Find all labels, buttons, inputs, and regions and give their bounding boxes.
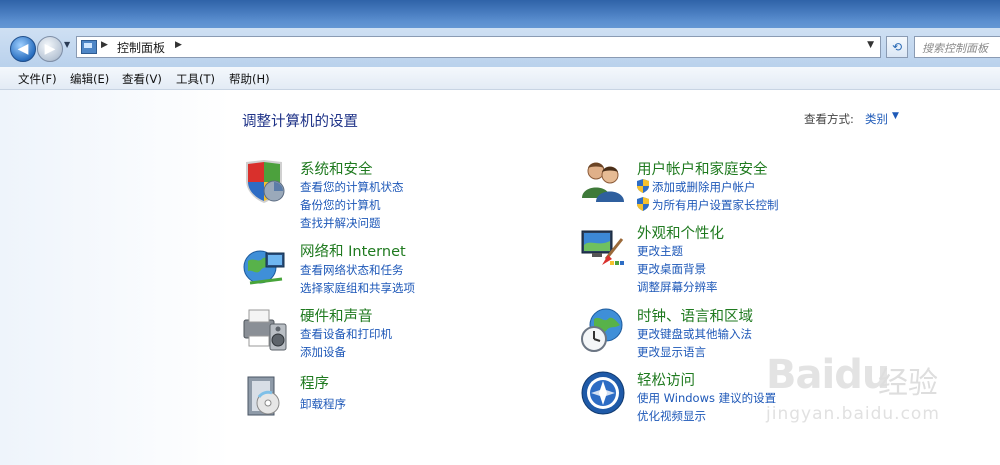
address-dropdown-icon[interactable]: ▼ bbox=[867, 40, 874, 50]
link-troubleshoot[interactable]: 查找并解决问题 bbox=[300, 215, 381, 231]
menu-bar: 文件(F) 编辑(E) 查看(V) 工具(T) 帮助(H) bbox=[0, 67, 1000, 90]
control-panel-icon bbox=[81, 40, 97, 54]
breadcrumb-chevron-icon[interactable]: ▶ bbox=[101, 40, 108, 50]
category-network-internet[interactable]: 网络和 Internet bbox=[300, 240, 406, 261]
link-screen-resolution[interactable]: 调整屏幕分辨率 bbox=[637, 279, 718, 295]
menu-edit[interactable]: 编辑(E) bbox=[70, 71, 109, 87]
link-parental-controls[interactable]: 为所有用户设置家长控制 bbox=[652, 197, 779, 213]
watermark-logo: Baidu bbox=[766, 352, 890, 398]
category-appearance[interactable]: 外观和个性化 bbox=[637, 222, 724, 243]
monitor-brush-icon[interactable] bbox=[580, 225, 626, 271]
category-clock-language-region[interactable]: 时钟、语言和区域 bbox=[637, 305, 753, 326]
link-desktop-background[interactable]: 更改桌面背景 bbox=[637, 261, 706, 277]
link-backup-computer[interactable]: 备份您的计算机 bbox=[300, 197, 381, 213]
users-icon[interactable] bbox=[580, 158, 626, 204]
printer-speaker-icon[interactable] bbox=[242, 306, 288, 352]
network-globe-icon[interactable] bbox=[242, 243, 288, 289]
programs-box-icon[interactable] bbox=[242, 373, 288, 419]
link-add-device[interactable]: 添加设备 bbox=[300, 344, 346, 360]
link-change-theme[interactable]: 更改主题 bbox=[637, 243, 683, 259]
breadcrumb-chevron-icon[interactable]: ▶ bbox=[175, 40, 182, 50]
refresh-icon[interactable]: ⟲ bbox=[886, 36, 908, 58]
uac-shield-icon bbox=[637, 179, 649, 193]
history-dropdown-icon[interactable]: ▼ bbox=[64, 40, 70, 49]
category-user-accounts[interactable]: 用户帐户和家庭安全 bbox=[637, 158, 768, 179]
link-change-keyboard[interactable]: 更改键盘或其他输入法 bbox=[637, 326, 752, 342]
view-by-label: 查看方式: bbox=[804, 112, 854, 126]
address-path-box[interactable]: ▶ 控制面板 ▶ ▼ bbox=[76, 36, 881, 58]
forward-arrow-icon[interactable]: ▶ bbox=[37, 36, 63, 62]
address-bar: ◀ ▶ ▼ ▶ 控制面板 ▶ ▼ ⟲ 搜索控制面板 bbox=[0, 28, 1000, 68]
link-optimize-video-display[interactable]: 优化视频显示 bbox=[637, 408, 706, 424]
ease-of-access-icon[interactable] bbox=[580, 370, 626, 416]
menu-view[interactable]: 查看(V) bbox=[122, 71, 162, 87]
breadcrumb-control-panel[interactable]: 控制面板 bbox=[117, 39, 165, 56]
watermark-url: jingyan.baidu.com bbox=[766, 404, 940, 424]
link-display-language[interactable]: 更改显示语言 bbox=[637, 344, 706, 360]
link-view-computer-status[interactable]: 查看您的计算机状态 bbox=[300, 179, 404, 195]
link-network-status[interactable]: 查看网络状态和任务 bbox=[300, 262, 404, 278]
category-ease-of-access[interactable]: 轻松访问 bbox=[637, 369, 695, 390]
category-system-security[interactable]: 系统和安全 bbox=[300, 158, 373, 179]
navigation-pane bbox=[0, 90, 230, 465]
link-add-remove-accounts[interactable]: 添加或删除用户帐户 bbox=[652, 179, 756, 195]
menu-help[interactable]: 帮助(H) bbox=[229, 71, 270, 87]
link-recommended-settings[interactable]: 使用 Windows 建议的设置 bbox=[637, 390, 776, 406]
back-arrow-icon[interactable]: ◀ bbox=[10, 36, 36, 62]
menu-file[interactable]: 文件(F) bbox=[18, 71, 57, 87]
search-input[interactable]: 搜索控制面板 bbox=[914, 36, 1000, 58]
menu-tools[interactable]: 工具(T) bbox=[176, 71, 215, 87]
category-programs[interactable]: 程序 bbox=[300, 372, 329, 393]
watermark-text: 经验 bbox=[878, 366, 938, 401]
shield-icon[interactable] bbox=[242, 158, 288, 204]
link-devices-printers[interactable]: 查看设备和打印机 bbox=[300, 326, 392, 342]
view-by-dropdown[interactable]: 类别 bbox=[865, 111, 888, 127]
link-uninstall-program[interactable]: 卸载程序 bbox=[300, 396, 346, 412]
link-homegroup-sharing[interactable]: 选择家庭组和共享选项 bbox=[300, 280, 415, 296]
uac-shield-icon bbox=[637, 197, 649, 211]
page-title: 调整计算机的设置 bbox=[242, 114, 358, 130]
clock-globe-icon[interactable] bbox=[580, 307, 626, 353]
view-by-caret-icon[interactable]: ▼ bbox=[892, 111, 899, 121]
category-hardware-sound[interactable]: 硬件和声音 bbox=[300, 305, 373, 326]
